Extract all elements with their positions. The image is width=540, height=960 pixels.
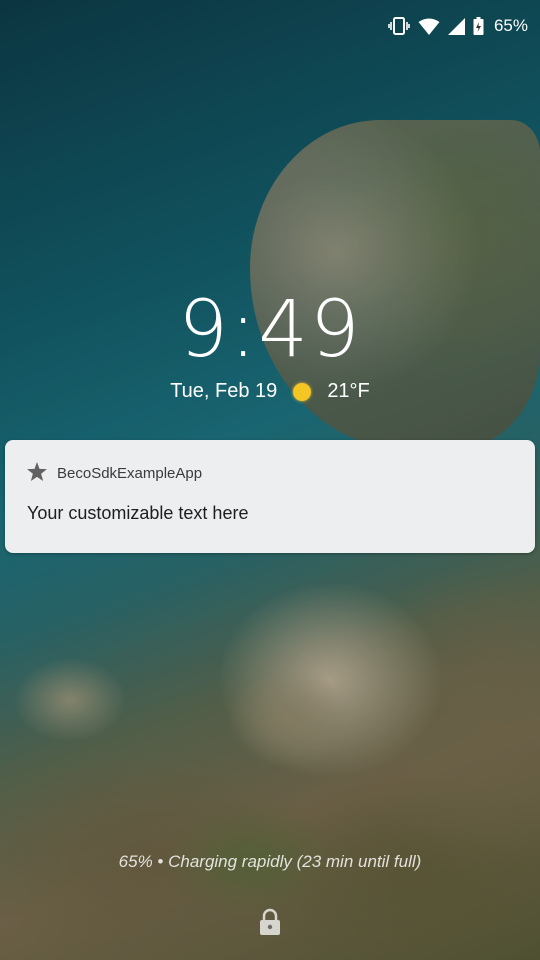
lockscreen-clock: 9:49	[178, 285, 362, 375]
vibrate-icon	[388, 17, 410, 35]
status-bar: 65%	[388, 0, 540, 52]
lock-screen: 65% 9:49 Tue, Feb 19 21°F BecoSdkExample…	[0, 0, 540, 960]
notification-header: BecoSdkExampleApp	[27, 462, 202, 485]
notification-text: Your customizable text here	[27, 503, 249, 523]
lockscreen-date: Tue, Feb 19	[170, 380, 278, 402]
lock-icon[interactable]	[258, 908, 282, 941]
date-weather-row: Tue, Feb 19 21°F	[0, 380, 540, 403]
temperature: 21°F	[327, 380, 370, 402]
battery-percent: 65%	[493, 16, 528, 35]
cellular-signal-icon	[447, 17, 465, 35]
charging-status: 65% • Charging rapidly (23 min until ful…	[118, 852, 422, 871]
sun-icon	[293, 382, 312, 401]
wifi-icon	[418, 18, 440, 35]
battery-charging-icon	[473, 17, 484, 35]
star-icon	[27, 462, 47, 485]
notification-app-name: BecoSdkExampleApp	[57, 465, 203, 482]
notification-card[interactable]: BecoSdkExampleApp Your customizable text…	[5, 440, 535, 553]
